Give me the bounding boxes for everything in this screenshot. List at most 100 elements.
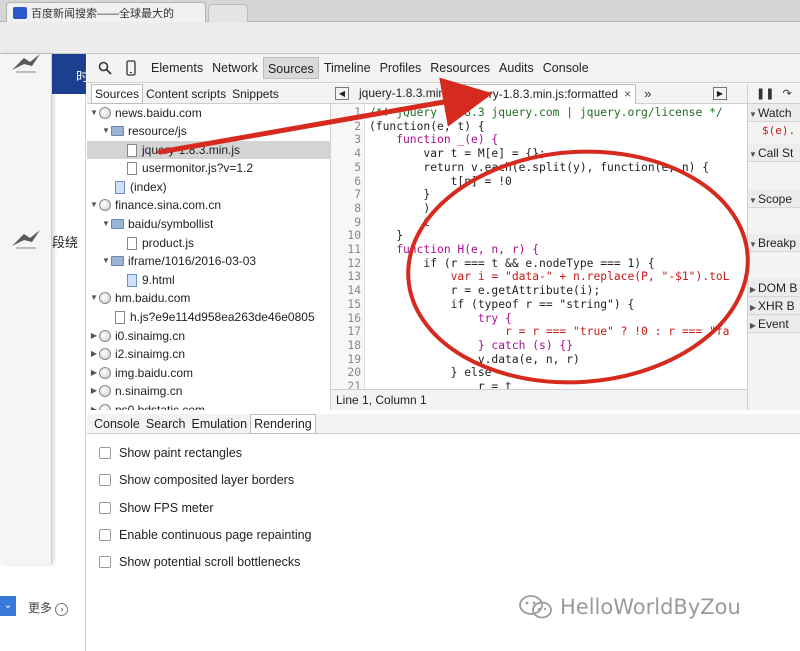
option-scroll-bottlenecks[interactable]: Show potential scroll bottlenecks — [99, 555, 300, 569]
checkbox[interactable] — [99, 474, 111, 486]
tree-item-domain[interactable]: ▼ hm.baidu.com — [89, 289, 190, 307]
tab-drawer-search[interactable]: Search — [143, 415, 189, 433]
globe-icon — [99, 367, 111, 379]
close-icon[interactable]: × — [624, 87, 631, 101]
more-link[interactable]: 更多 › — [28, 599, 69, 616]
file-tree: ▼ news.baidu.com ▼ resource/js jquery-1.8.… — [87, 104, 331, 410]
option-continuous-repaint[interactable]: Enable continuous page repainting — [99, 528, 312, 542]
globe-icon — [99, 385, 111, 397]
tab-drawer-rendering[interactable]: Rendering — [250, 413, 316, 434]
debugger-controls: ❚❚ ↷ — [748, 84, 800, 104]
collapsed-triangle-icon: ▶ — [90, 349, 98, 358]
expanded-triangle-icon: ▼ — [102, 256, 110, 265]
tree-item-domain[interactable]: ▶ ns0.bdstatic.com — [89, 401, 205, 410]
tab-sources[interactable]: Sources — [262, 57, 319, 79]
tree-item-domain[interactable]: ▶ n.sinaimg.cn — [89, 382, 182, 400]
tab-navigator-sources[interactable]: Sources — [91, 83, 144, 104]
code-line: 9 t — [331, 216, 430, 230]
expanded-triangle-icon: ▼ — [90, 108, 98, 117]
option-fps-meter[interactable]: Show FPS meter — [99, 501, 213, 515]
globe-icon — [99, 292, 111, 304]
line-number: 12 — [347, 256, 361, 270]
dropdown-button[interactable]: ⌄ — [0, 596, 16, 616]
tree-item-domain[interactable]: ▶ i2.sinaimg.cn — [89, 345, 185, 363]
tab-console[interactable]: Console — [539, 57, 593, 79]
tree-item-file[interactable]: usermonitor.js?v=1.2 — [127, 159, 253, 177]
tab-snippets[interactable]: Snippets — [229, 85, 282, 103]
collapsed-triangle-icon: ▶ — [90, 368, 98, 377]
line-number: 21 — [347, 380, 361, 389]
expanded-triangle-icon: ▼ — [90, 200, 98, 209]
code-line: 20 } else — [331, 366, 491, 380]
option-paint-rectangles[interactable]: Show paint rectangles — [99, 446, 242, 460]
bird-logo-icon — [12, 54, 40, 73]
toggle-debugger-icon[interactable]: ▶ — [713, 87, 727, 100]
tree-item-label: img.baidu.com — [115, 366, 194, 380]
device-mode-icon[interactable] — [121, 59, 141, 77]
tree-item-domain[interactable]: ▼ finance.sina.com.cn — [89, 196, 221, 214]
tree-item-folder[interactable]: ▼ iframe/1016/2016-03-03 — [101, 252, 256, 270]
section-dom-breakpoints[interactable]: ▶ DOM B — [748, 279, 800, 297]
page-navbar: 时 — [52, 54, 89, 94]
tab-resources[interactable]: Resources — [426, 57, 494, 79]
tab-audits[interactable]: Audits — [495, 57, 538, 79]
pause-icon[interactable]: ❚❚ — [756, 87, 774, 100]
tab-content-scripts[interactable]: Content scripts — [143, 85, 229, 103]
tree-item-domain[interactable]: ▶ i0.sinaimg.cn — [89, 327, 185, 345]
debugger-sidebar: ❚❚ ↷ ▼Watch $(e). ▼Call St ▼Scope ▼Break… — [747, 84, 800, 410]
tab-network[interactable]: Network — [208, 57, 262, 79]
tree-item-file[interactable]: 9.html — [127, 271, 175, 289]
section-event-listeners[interactable]: ▶ Event — [748, 315, 800, 333]
search-icon[interactable] — [95, 59, 115, 77]
tree-item-label: i0.sinaimg.cn — [115, 329, 186, 343]
tree-item-file[interactable]: h.js?e9e114d958ea263de46e0805 — [115, 308, 315, 326]
code-editor[interactable]: 1/*! jQuery v1.8.3 jquery.com | jquery.o… — [331, 104, 747, 389]
checkbox[interactable] — [99, 502, 111, 514]
tab-timeline[interactable]: Timeline — [320, 57, 375, 79]
tab-elements[interactable]: Elements — [147, 57, 207, 79]
tree-item-file[interactable]: product.js — [127, 234, 194, 252]
browser-tab[interactable]: 百度新闻搜索——全球最大的 — [6, 2, 206, 22]
checkbox[interactable] — [99, 447, 111, 459]
code-line: 7 } — [331, 188, 430, 202]
tree-item-domain[interactable]: ▼ news.baidu.com — [89, 104, 202, 122]
navigator-tabs: Sources Content scripts Snippets — [87, 83, 331, 104]
code-line: 21 r = t — [331, 380, 511, 389]
tree-item-label: resource/js — [128, 124, 187, 138]
tab-drawer-console[interactable]: Console — [91, 415, 143, 433]
line-number: 17 — [347, 325, 361, 339]
collapsed-triangle-icon: ▶ — [90, 386, 98, 395]
tree-item-domain[interactable]: ▶ img.baidu.com — [89, 364, 193, 382]
browser-tab-title: 百度新闻搜索——全球最大的 — [31, 7, 174, 20]
editor-tab-active[interactable]: jquery-1.8.3.min.js:formatted × — [461, 83, 637, 104]
devtools-toolbar: Elements Network Sources Timeline Profil… — [87, 54, 800, 83]
section-xhr-breakpoints[interactable]: ▶ XHR B — [748, 297, 800, 315]
tree-item-folder[interactable]: ▼ baidu/symbollist — [101, 215, 213, 233]
section-scope[interactable]: ▼Scope — [748, 190, 800, 208]
section-breakpoints[interactable]: ▼Breakp — [748, 234, 800, 252]
globe-icon — [99, 404, 111, 410]
section-call-stack[interactable]: ▼Call St — [748, 144, 800, 162]
editor-tab[interactable]: jquery-1.8.3.min.js — [355, 84, 461, 104]
step-over-icon[interactable]: ↷ — [782, 87, 791, 100]
globe-icon — [99, 348, 111, 360]
tab-profiles[interactable]: Profiles — [376, 57, 426, 79]
option-layer-borders[interactable]: Show composited layer borders — [99, 473, 294, 487]
tree-item-label: product.js — [142, 236, 195, 250]
collapsed-triangle-icon: ▶ — [90, 331, 98, 340]
checkbox[interactable] — [99, 556, 111, 568]
new-tab-button[interactable] — [208, 4, 248, 22]
checkbox[interactable] — [99, 529, 111, 541]
toggle-navigator-icon[interactable]: ◀ — [335, 87, 349, 100]
tree-item-file-selected[interactable]: jquery-1.8.3.min.js — [87, 141, 330, 159]
tab-drawer-emulation[interactable]: Emulation — [188, 415, 250, 433]
tree-item-label: jquery-1.8.3.min.js — [142, 143, 241, 157]
tree-item-folder[interactable]: ▼ resource/js — [101, 122, 187, 140]
more-tabs-icon[interactable]: » — [644, 86, 651, 101]
tree-item-file[interactable]: (index) — [115, 178, 167, 196]
section-watch[interactable]: ▼Watch — [748, 104, 800, 122]
code-line: 12 if (r === t && e.nodeType === 1) { — [331, 256, 654, 271]
editor-tab-label: jquery-1.8.3.min.js:formatted — [466, 86, 619, 101]
document-icon — [127, 273, 137, 287]
chevron-down-icon: ⌄ — [3, 600, 13, 611]
